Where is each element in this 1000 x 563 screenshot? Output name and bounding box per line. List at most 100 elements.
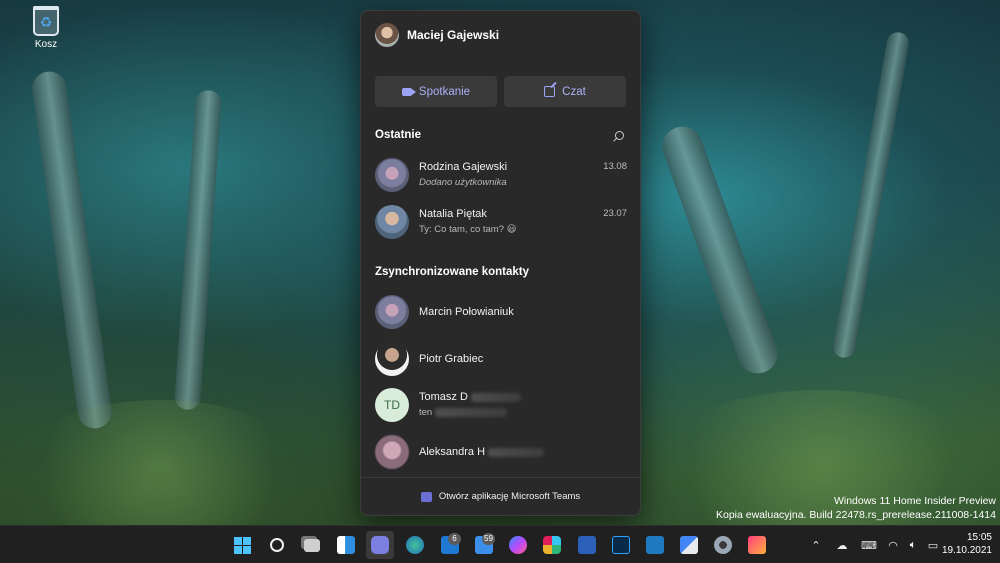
slack-button[interactable] (538, 531, 566, 559)
conversation-item[interactable]: Natalia Piętak Ty: Co tam, co tam? 😃 23.… (375, 204, 627, 242)
avatar (375, 342, 409, 376)
open-teams-link[interactable]: Otwórz aplikację Microsoft Teams (361, 477, 640, 515)
clock[interactable]: 15:05 19.10.2021 (942, 531, 992, 557)
photoshop-icon (612, 536, 630, 554)
trello-button[interactable] (641, 531, 669, 559)
search-icon[interactable] (613, 131, 624, 142)
background-tree (173, 89, 223, 411)
teams-icon (420, 491, 432, 502)
watermark-line2: Kopia ewaluacyjna. Build 22478.rs_prerel… (715, 509, 996, 521)
contact-sub-row: ten (419, 407, 507, 418)
user-profile[interactable]: Maciej Gajewski (375, 23, 499, 47)
mail-badge: 6 (448, 533, 461, 545)
edge-canary-icon (406, 536, 424, 554)
background-tree (831, 30, 911, 360)
meet-button-label: Spotkanie (418, 85, 471, 98)
video-camera-icon (401, 87, 416, 96)
mail-button[interactable]: 6 (436, 531, 464, 559)
meet-button[interactable]: Spotkanie (375, 76, 497, 107)
contact-item[interactable]: Marcin Połowianiuk (375, 294, 627, 332)
translator-icon (680, 536, 698, 554)
windows-logo-icon (233, 536, 251, 554)
contact-name-row: Tomasz D (419, 391, 521, 403)
contact-subtitle: ten (419, 407, 433, 418)
build-watermark: Windows 11 Home Insider Preview Kopia ew… (716, 494, 996, 522)
avatar (375, 295, 409, 329)
todo-icon: 59 (475, 533, 495, 554)
translator-button[interactable] (675, 531, 703, 559)
avatar (375, 435, 409, 469)
contact-name: Aleksandra H (419, 446, 486, 458)
avatar (375, 205, 409, 239)
gear-icon (714, 536, 732, 554)
watermark-line1: Windows 11 Home Insider Preview (833, 495, 996, 507)
messenger-button[interactable] (504, 531, 532, 559)
settings-button[interactable] (709, 531, 737, 559)
picsart-icon (748, 536, 766, 554)
avatar (375, 23, 399, 47)
chevron-up-icon[interactable]: ⌃ (803, 539, 829, 552)
conversation-item[interactable]: Rodzina Gajewski Dodano użytkownika 13.0… (375, 157, 627, 195)
taskbar: 6 59 ⌃ ☁ ⌨ ◠ 🔈︎ ▭ 15:05 19.10.2021 (0, 525, 1000, 563)
contact-name-row: Aleksandra H (419, 446, 545, 458)
word-button[interactable] (573, 531, 601, 559)
cloud-icon[interactable]: ☁ (829, 539, 855, 552)
speaker-icon[interactable]: 🔈︎ (903, 539, 923, 552)
todo-button[interactable]: 59 (470, 531, 498, 559)
avatar-initials: TD (375, 388, 409, 422)
contact-item[interactable]: Aleksandra H (375, 434, 627, 472)
compose-icon (544, 86, 556, 97)
teams-chat-flyout: Maciej Gajewski Spotkanie Czat Ostatnie … (360, 10, 641, 516)
clock-time: 15:05 (966, 532, 992, 543)
task-view-button[interactable] (298, 531, 326, 559)
search-icon (270, 538, 284, 552)
search-button[interactable] (263, 531, 291, 559)
contact-name: Piotr Grabiec (419, 353, 484, 365)
redacted-text (470, 392, 521, 402)
conversation-date: 23.07 (603, 208, 627, 219)
clock-date: 19.10.2021 (941, 545, 992, 556)
recycle-bin-shortcut[interactable]: ♻ Kosz (24, 6, 68, 50)
slack-icon (543, 536, 561, 554)
chat-button-label: Czat (562, 85, 586, 98)
chat-button[interactable] (366, 531, 394, 559)
conversation-name: Natalia Piętak (419, 208, 487, 220)
contact-name: Marcin Połowianiuk (419, 306, 514, 318)
user-name: Maciej Gajewski (407, 28, 500, 42)
trello-icon (646, 536, 664, 554)
contact-item[interactable]: TD Tomasz D ten (375, 387, 627, 425)
photoshop-button[interactable] (607, 531, 635, 559)
contact-name: Tomasz D (419, 391, 468, 403)
messenger-icon (509, 536, 527, 554)
system-tray: ⌃ ☁ ⌨ ◠ 🔈︎ ▭ (803, 526, 943, 563)
background-tree (30, 69, 114, 431)
background-fern (10, 400, 310, 540)
battery-icon[interactable]: ▭ (923, 539, 943, 552)
conversation-name: Rodzina Gajewski (419, 161, 508, 173)
contacts-section-title: Zsynchronizowane kontakty (375, 266, 530, 278)
recycle-bin-icon: ♻ (33, 6, 59, 36)
chat-button[interactable]: Czat (504, 76, 626, 107)
recycle-bin-label: Kosz (34, 39, 58, 50)
teams-chat-icon (371, 536, 389, 554)
open-teams-label: Otwórz aplikację Microsoft Teams (438, 491, 581, 502)
todo-badge: 59 (482, 533, 495, 545)
recent-section-title: Ostatnie (375, 129, 422, 141)
widgets-button[interactable] (332, 531, 360, 559)
background-tree (656, 120, 784, 380)
conversation-preview: Ty: Co tam, co tam? 😃 (419, 224, 517, 235)
picsart-button[interactable] (743, 531, 771, 559)
conversation-date: 13.08 (603, 161, 627, 172)
mail-icon: 6 (441, 533, 461, 554)
avatar (375, 158, 409, 192)
wifi-icon[interactable]: ◠ (883, 539, 903, 552)
edge-canary-button[interactable] (401, 531, 429, 559)
keyboard-icon[interactable]: ⌨ (855, 539, 883, 552)
widgets-icon (337, 536, 355, 554)
redacted-text (488, 447, 545, 457)
contact-item[interactable]: Piotr Grabiec (375, 341, 627, 379)
task-view-icon (304, 538, 320, 552)
start-button[interactable] (228, 531, 256, 559)
redacted-text (434, 407, 507, 417)
conversation-preview: Dodano użytkownika (419, 177, 507, 188)
